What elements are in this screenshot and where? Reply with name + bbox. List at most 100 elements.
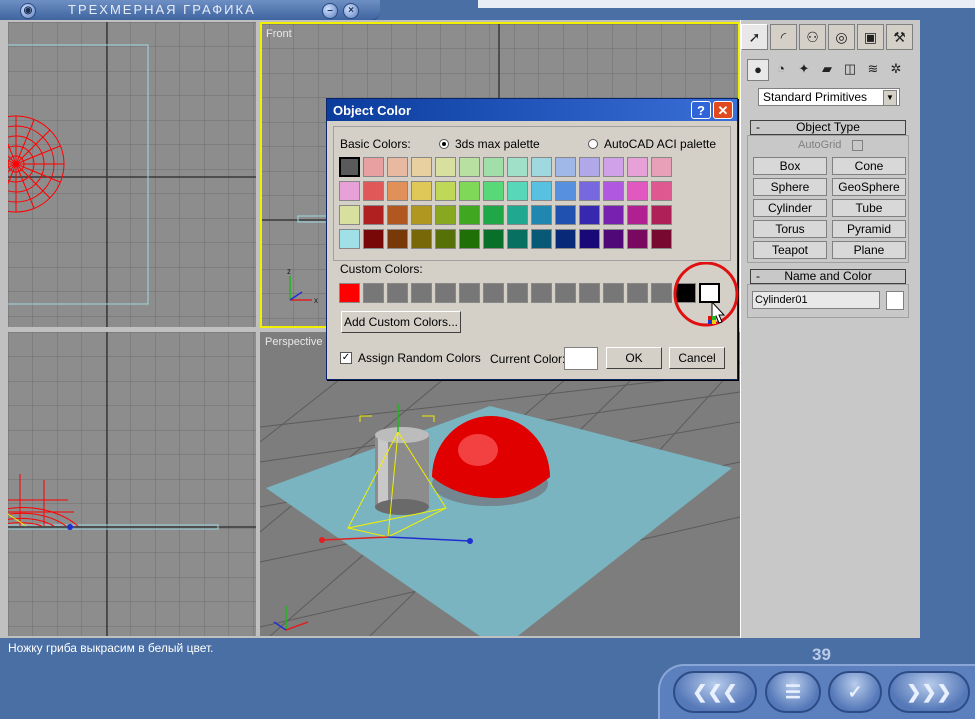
custom-color-swatch[interactable]	[531, 283, 552, 303]
basic-color-swatch[interactable]	[627, 157, 648, 177]
cameras-icon[interactable]: ▰	[817, 59, 837, 79]
basic-color-swatch[interactable]	[603, 181, 624, 201]
basic-color-swatch[interactable]	[603, 229, 624, 249]
basic-color-swatch[interactable]	[507, 229, 528, 249]
basic-color-swatch[interactable]	[555, 157, 576, 177]
shapes-icon[interactable]: ◔	[771, 59, 791, 79]
forward-button[interactable]: ❯❯❯	[888, 671, 970, 713]
basic-color-swatch[interactable]	[387, 181, 408, 201]
custom-color-swatch[interactable]	[507, 283, 528, 303]
basic-color-swatch[interactable]	[531, 229, 552, 249]
basic-color-swatch[interactable]	[651, 229, 672, 249]
current-color-swatch[interactable]	[564, 347, 598, 370]
help-button[interactable]: ?	[691, 101, 711, 119]
motion-tab-icon[interactable]: ◎	[828, 24, 855, 50]
custom-color-swatch[interactable]	[579, 283, 600, 303]
basic-color-swatch[interactable]	[531, 157, 552, 177]
custom-color-swatch[interactable]	[627, 283, 648, 303]
spacewarps-icon[interactable]: ≋	[863, 59, 883, 79]
basic-color-swatch[interactable]	[387, 157, 408, 177]
geometry-icon[interactable]: ●	[747, 59, 769, 81]
basic-color-swatch[interactable]	[579, 205, 600, 225]
basic-color-swatch[interactable]	[507, 157, 528, 177]
basic-color-swatch[interactable]	[435, 157, 456, 177]
basic-color-swatch[interactable]	[411, 205, 432, 225]
basic-color-swatch[interactable]	[555, 229, 576, 249]
basic-color-swatch[interactable]	[627, 181, 648, 201]
basic-color-swatch[interactable]	[363, 181, 384, 201]
helpers-icon[interactable]: ◫	[840, 59, 860, 79]
basic-color-swatch[interactable]	[483, 205, 504, 225]
create-tab-icon[interactable]: ➚	[741, 24, 768, 50]
basic-color-swatch[interactable]	[483, 229, 504, 249]
basic-color-swatch[interactable]	[363, 157, 384, 177]
custom-color-swatch[interactable]	[411, 283, 432, 303]
basic-color-swatch[interactable]	[531, 181, 552, 201]
back-button[interactable]: ❮❮❮	[673, 671, 757, 713]
custom-color-swatch[interactable]	[435, 283, 456, 303]
close-app-button[interactable]: ×	[343, 3, 359, 19]
object-type-rollout-header[interactable]: - Object Type	[750, 120, 906, 135]
basic-color-swatch[interactable]	[507, 181, 528, 201]
custom-color-swatch[interactable]	[339, 283, 360, 303]
basic-color-swatch[interactable]	[579, 157, 600, 177]
create-geosphere-button[interactable]: GeoSphere	[832, 178, 906, 196]
radio-3ds-palette[interactable]	[439, 139, 449, 149]
basic-color-swatch[interactable]	[411, 229, 432, 249]
add-custom-colors-button[interactable]: Add Custom Colors...	[341, 311, 461, 333]
basic-color-swatch[interactable]	[627, 205, 648, 225]
basic-color-swatch[interactable]	[387, 229, 408, 249]
basic-color-swatch[interactable]	[507, 205, 528, 225]
basic-color-swatch[interactable]	[651, 157, 672, 177]
basic-color-swatch[interactable]	[435, 229, 456, 249]
basic-color-swatch[interactable]	[339, 157, 360, 177]
custom-color-swatch[interactable]	[555, 283, 576, 303]
basic-color-swatch[interactable]	[459, 157, 480, 177]
basic-color-swatch[interactable]	[435, 205, 456, 225]
basic-color-swatch[interactable]	[603, 157, 624, 177]
viewport-top[interactable]	[8, 22, 256, 327]
create-plane-button[interactable]: Plane	[832, 241, 906, 259]
assign-random-checkbox[interactable]: ✓	[340, 352, 352, 364]
basic-color-swatch[interactable]	[459, 205, 480, 225]
basic-color-swatch[interactable]	[339, 205, 360, 225]
cancel-button[interactable]: Cancel	[669, 347, 725, 369]
basic-color-swatch[interactable]	[387, 205, 408, 225]
basic-color-swatch[interactable]	[555, 181, 576, 201]
minimize-button[interactable]: –	[322, 3, 338, 19]
primitive-type-dropdown[interactable]: Standard Primitives ▼	[758, 88, 900, 106]
create-box-button[interactable]: Box	[753, 157, 827, 175]
viewport-left[interactable]	[8, 332, 256, 636]
basic-color-swatch[interactable]	[483, 181, 504, 201]
basic-color-swatch[interactable]	[603, 205, 624, 225]
create-torus-button[interactable]: Torus	[753, 220, 827, 238]
check-button[interactable]: ✓	[828, 671, 882, 713]
custom-color-swatch[interactable]	[459, 283, 480, 303]
lights-icon[interactable]: ✦	[794, 59, 814, 79]
modify-tab-icon[interactable]: ◜	[770, 24, 797, 50]
hierarchy-tab-icon[interactable]: ⚇	[799, 24, 826, 50]
basic-color-swatch[interactable]	[363, 229, 384, 249]
create-pyramid-button[interactable]: Pyramid	[832, 220, 906, 238]
systems-icon[interactable]: ✲	[886, 59, 906, 79]
basic-color-swatch[interactable]	[435, 181, 456, 201]
basic-color-swatch[interactable]	[651, 181, 672, 201]
basic-color-swatch[interactable]	[579, 181, 600, 201]
custom-color-swatch[interactable]	[603, 283, 624, 303]
create-sphere-button[interactable]: Sphere	[753, 178, 827, 196]
radio-autocad-palette[interactable]	[588, 139, 598, 149]
basic-color-swatch[interactable]	[411, 181, 432, 201]
basic-color-swatch[interactable]	[579, 229, 600, 249]
basic-color-swatch[interactable]	[531, 205, 552, 225]
create-tube-button[interactable]: Tube	[832, 199, 906, 217]
basic-color-swatch[interactable]	[339, 181, 360, 201]
object-color-swatch[interactable]	[886, 291, 904, 310]
basic-color-swatch[interactable]	[651, 205, 672, 225]
basic-color-swatch[interactable]	[411, 157, 432, 177]
display-tab-icon[interactable]: ▣	[857, 24, 884, 50]
menu-button[interactable]: ☰	[765, 671, 821, 713]
basic-color-swatch[interactable]	[483, 157, 504, 177]
close-button[interactable]: ✕	[713, 101, 733, 119]
custom-color-swatch[interactable]	[483, 283, 504, 303]
name-color-rollout-header[interactable]: - Name and Color	[750, 269, 906, 284]
